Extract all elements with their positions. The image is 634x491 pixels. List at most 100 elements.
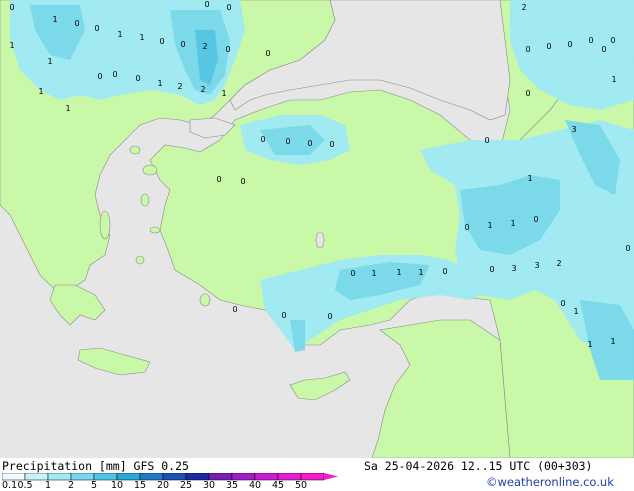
rain-value-label: 2 bbox=[556, 259, 561, 268]
rain-value-label: 1 bbox=[573, 307, 578, 316]
rhodes bbox=[199, 293, 211, 307]
rain-value-label: 0 bbox=[560, 299, 565, 308]
scale-tick-label: 5 bbox=[90, 480, 98, 491]
rain-value-label: 1 bbox=[418, 268, 423, 277]
rain-value-label: 0 bbox=[285, 137, 290, 146]
rain-value-label: 0 bbox=[240, 177, 245, 186]
rain-value-label: 0 bbox=[112, 70, 117, 79]
rain-value-label: 0 bbox=[135, 74, 140, 83]
rain-value-label: 0 bbox=[260, 135, 265, 144]
credit-link[interactable]: ©weatheronline.co.uk bbox=[486, 475, 614, 489]
scale-swatch bbox=[208, 473, 233, 481]
rain-value-label: 0 bbox=[307, 139, 312, 148]
rain-value-label: 0 bbox=[464, 223, 469, 232]
scale-swatch bbox=[2, 473, 26, 481]
scale-tick-label: 15 bbox=[133, 480, 147, 491]
scale-swatch bbox=[93, 473, 118, 481]
scale-swatch bbox=[24, 473, 49, 481]
scale-arrow bbox=[324, 473, 338, 480]
scale-tick-label: 20 bbox=[156, 480, 170, 491]
scale-swatch bbox=[277, 473, 302, 481]
rain-value-label: 0 bbox=[180, 40, 185, 49]
forecast-datetime: Sa 25-04-2026 12..15 UTC (00+303) bbox=[364, 459, 593, 473]
rain-value-label: 0 bbox=[533, 215, 538, 224]
scale-tick-label: 0.1 bbox=[2, 480, 18, 491]
rain-value-label: 0 bbox=[442, 267, 447, 276]
rain-value-label: 0 bbox=[329, 140, 334, 149]
rain-value-label: 2 bbox=[200, 85, 205, 94]
rain-value-label: 1 bbox=[221, 89, 226, 98]
lesbos bbox=[142, 164, 158, 176]
rain-value-label: 1 bbox=[38, 87, 43, 96]
rain-value-label: 0 bbox=[225, 45, 230, 54]
scale-tick-label: 50 bbox=[294, 480, 308, 491]
naxos bbox=[135, 255, 145, 265]
rain-value-label: 0 bbox=[625, 244, 630, 253]
rain-value-label: 1 bbox=[371, 269, 376, 278]
rain-value-label: 1 bbox=[587, 340, 592, 349]
rain-value-label: 0 bbox=[601, 45, 606, 54]
rain-value-label: 0 bbox=[350, 269, 355, 278]
rain-value-label: 0 bbox=[281, 311, 286, 320]
precipitation-map: 01 001 1 0200120 012 100 010 0 0 020 0 0 0 0010310 00 1… bbox=[0, 0, 634, 458]
rain-value-label: 0 bbox=[327, 312, 332, 321]
scale-swatch bbox=[47, 473, 72, 481]
scale-tick-label: 2 bbox=[67, 480, 75, 491]
rain-value-label: 1 bbox=[611, 75, 616, 84]
rain-value-label: 0 bbox=[97, 72, 102, 81]
rain-value-label: 1 bbox=[117, 30, 122, 39]
scale-tick-labels: 0.1 0.5 1 2 5 10 15 20 25 30 35 40 45 50 bbox=[0, 480, 340, 491]
rain-value-label: 0 bbox=[546, 42, 551, 51]
rain-value-label: 0 bbox=[484, 136, 489, 145]
rain-value-label: 0 bbox=[226, 3, 231, 12]
rain-value-label: 1 bbox=[157, 79, 162, 88]
rain-value-label: 0 bbox=[204, 0, 209, 9]
rain-value-label: 1 bbox=[65, 104, 70, 113]
rain-value-label: 3 bbox=[534, 261, 539, 270]
scale-swatch bbox=[231, 473, 256, 481]
rain-value-label: 3 bbox=[511, 264, 516, 273]
scale-tick-label: 0.5 bbox=[17, 480, 33, 491]
footer: Precipitation [mm] GFS 0.25 Sa 25-04-202… bbox=[0, 458, 634, 491]
chios bbox=[140, 193, 150, 207]
scale-swatch bbox=[70, 473, 95, 481]
rain-value-label: 0 bbox=[9, 3, 14, 12]
scale-tick-label: 10 bbox=[110, 480, 124, 491]
rain-value-label: 0 bbox=[216, 175, 221, 184]
map-title: Precipitation [mm] GFS 0.25 bbox=[2, 459, 189, 473]
scale-tick-label: 35 bbox=[225, 480, 239, 491]
scale-swatch bbox=[162, 473, 187, 481]
lemnos bbox=[129, 145, 141, 155]
rain-value-label: 1 bbox=[527, 174, 532, 183]
rain-value-label: 0 bbox=[489, 265, 494, 274]
rain-value-label: 1 bbox=[52, 15, 57, 24]
rain-value-label: 0 bbox=[74, 19, 79, 28]
scale-tick-label: 1 bbox=[44, 480, 52, 491]
rain-value-label: 2 bbox=[177, 82, 182, 91]
scale-tick-label: 45 bbox=[271, 480, 285, 491]
samos bbox=[149, 226, 161, 234]
euboea bbox=[99, 210, 111, 240]
rain-value-label: 1 bbox=[510, 219, 515, 228]
scale-tick-label: 30 bbox=[202, 480, 216, 491]
rain-value-label: 1 bbox=[9, 41, 14, 50]
rain-value-label: 1 bbox=[47, 57, 52, 66]
scale-tick-label: 25 bbox=[179, 480, 193, 491]
rain-value-label: 0 bbox=[610, 36, 615, 45]
rain-value-label: 0 bbox=[567, 40, 572, 49]
scale-tick-label: 40 bbox=[248, 480, 262, 491]
scale-swatch bbox=[139, 473, 164, 481]
lake-tuz bbox=[315, 231, 325, 249]
scale-swatch bbox=[116, 473, 141, 481]
rain-value-label: 0 bbox=[232, 305, 237, 314]
rain-value-label: 0 bbox=[159, 37, 164, 46]
scale-swatch bbox=[300, 473, 325, 481]
scale-swatch bbox=[254, 473, 279, 481]
scale-swatch bbox=[185, 473, 210, 481]
rain-value-label: 1 bbox=[396, 268, 401, 277]
rain-value-label: 0 bbox=[265, 49, 270, 58]
rain-value-label: 1 bbox=[139, 33, 144, 42]
rain-value-label: 2 bbox=[202, 42, 207, 51]
rain-value-label: 3 bbox=[571, 125, 576, 134]
rain-value-label: 1 bbox=[487, 221, 492, 230]
